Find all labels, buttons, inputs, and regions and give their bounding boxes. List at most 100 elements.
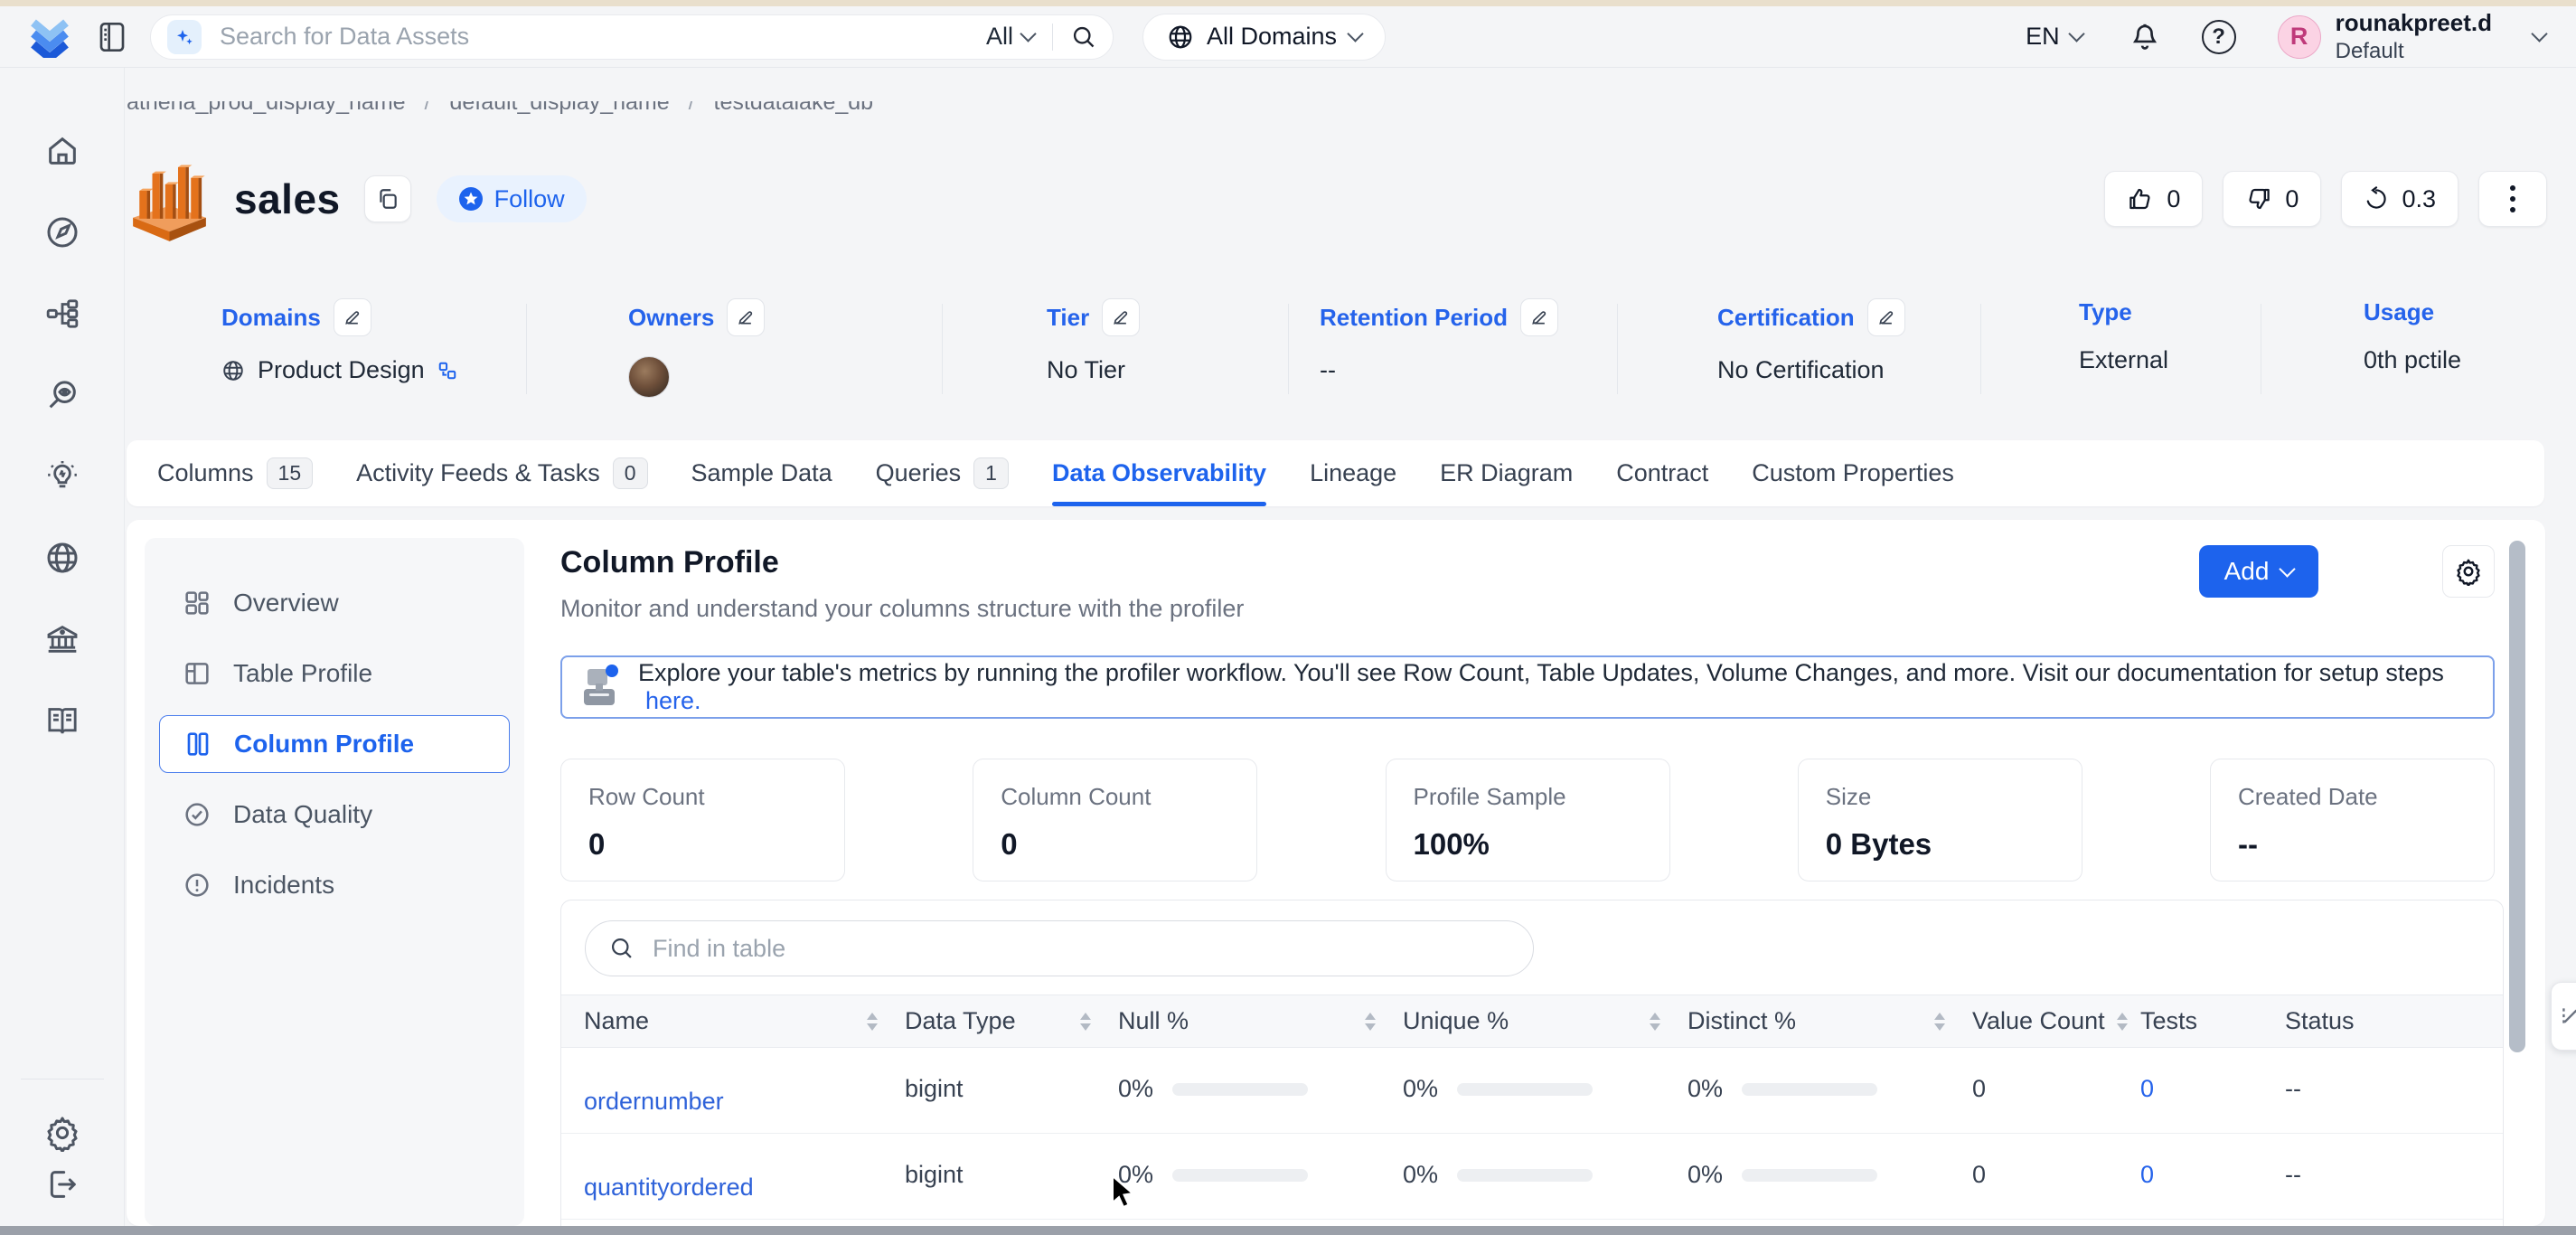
search-scope-dropdown[interactable]: All [986,23,1052,51]
bottom-edge-bar [0,1226,2576,1235]
globe-icon [1167,24,1194,51]
sidebar-toggle-icon[interactable] [98,21,127,53]
header-tests[interactable]: Tests [2140,995,2285,1047]
columns-table-card: Name Data Type Null % Unique % [560,900,2504,1226]
vertical-scrollbar[interactable] [2509,541,2525,1052]
tests-count-link[interactable]: 0 [2140,1161,2154,1188]
downvote-button[interactable]: 0 [2223,171,2321,227]
profiler-settings-button[interactable] [2442,545,2495,598]
domains-globe-icon[interactable] [44,540,80,576]
version-history-button[interactable]: 0.3 [2341,171,2458,227]
tab-queries[interactable]: Queries 1 [876,440,1009,506]
notifications-bell-icon[interactable] [2129,22,2160,52]
edit-certification-button[interactable] [1867,298,1905,336]
tab-columns[interactable]: Columns 15 [157,440,313,506]
banner-here-link[interactable]: here. [645,687,701,714]
app-screen: All All Domains EN [0,0,2576,1235]
settings-gear-icon[interactable] [43,1114,81,1152]
distinct-pct-bar [1742,1083,1877,1096]
sidenav-data-quality[interactable]: Data Quality [159,786,510,844]
tab-contract[interactable]: Contract [1616,440,1708,506]
domains-filter-label: All Domains [1207,23,1337,51]
mouse-cursor [1111,1175,1142,1214]
sort-icon[interactable] [2117,1013,2128,1031]
breadcrumb-database[interactable]: default_display_name [449,101,669,115]
find-in-table-input[interactable] [651,934,1509,964]
copy-name-button[interactable] [364,175,411,222]
side-panel-toggle[interactable] [2551,982,2576,1051]
find-in-table-search[interactable] [585,920,1534,976]
tab-data-observability[interactable]: Data Observability [1052,440,1266,506]
ai-sparkle-icon[interactable] [167,20,202,54]
top-navbar: All All Domains EN [0,6,2576,68]
upvote-button[interactable]: 0 [2104,171,2203,227]
overview-grid-icon [183,589,212,618]
tab-lineage[interactable]: Lineage [1310,440,1396,506]
header-distinct-pct[interactable]: Distinct % [1688,995,1972,1047]
global-search-bar[interactable]: All [150,14,1114,60]
home-icon[interactable] [44,133,80,169]
tab-sample-data[interactable]: Sample Data [691,440,832,506]
edit-retention-button[interactable] [1520,298,1558,336]
glossary-book-icon[interactable] [44,702,80,739]
edit-domains-button[interactable] [334,298,371,336]
sort-icon[interactable] [1080,1013,1091,1031]
owner-avatar[interactable] [628,356,670,398]
lineage-flow-icon[interactable] [44,296,80,332]
insights-bulb-icon[interactable] [44,458,80,495]
follow-button[interactable]: Follow [437,175,587,222]
breadcrumb-service[interactable]: athena_prod_display_name [127,101,406,115]
discovery-search-eye-icon[interactable] [44,377,80,413]
column-name-link[interactable]: quantityordered [584,1174,754,1202]
column-name-link[interactable]: ordernumber [584,1088,724,1116]
tab-activity-feeds[interactable]: Activity Feeds & Tasks 0 [356,440,647,506]
meta-tier: Tier No Tier [1047,298,1140,384]
edit-owners-button[interactable] [727,298,765,336]
language-dropdown[interactable]: EN [2026,23,2082,51]
app-logo-icon[interactable] [29,16,71,58]
sidenav-column-profile[interactable]: Column Profile [159,715,510,773]
user-menu[interactable]: rounakpreet.d Default [2336,10,2492,63]
tab-er-diagram[interactable]: ER Diagram [1440,440,1573,506]
header-status[interactable]: Status [2285,995,2503,1047]
chevron-down-icon[interactable] [2531,25,2547,42]
breadcrumb-schema[interactable]: testdatalake_db [714,101,874,115]
null-pct-bar [1172,1169,1308,1182]
edit-tier-button[interactable] [1102,298,1140,336]
explore-compass-icon[interactable] [44,214,80,250]
stat-profile-sample: Profile Sample 100% [1386,759,1670,881]
govern-bank-icon[interactable] [44,621,80,657]
domains-label: Domains [221,304,321,332]
help-icon[interactable]: ? [2202,20,2236,54]
null-pct-bar [1172,1083,1308,1096]
header-unique-pct[interactable]: Unique % [1403,995,1688,1047]
sidenav-incidents[interactable]: Incidents [159,856,510,914]
sidenav-overview[interactable]: Overview [159,574,510,632]
tab-custom-properties[interactable]: Custom Properties [1752,440,1954,506]
search-input[interactable] [218,22,986,52]
sort-icon[interactable] [1365,1013,1376,1031]
add-button[interactable]: Add [2199,545,2318,598]
domain-link-icon[interactable] [437,361,457,381]
sidenav-table-profile[interactable]: Table Profile [159,645,510,702]
header-data-type[interactable]: Data Type [905,995,1118,1047]
sort-icon[interactable] [1934,1013,1945,1031]
table-row: double 0% 0% 0% 0 0 -- [561,1220,2503,1226]
user-avatar[interactable]: R [2278,15,2321,59]
domains-value[interactable]: Product Design [258,356,425,384]
pencil-icon [1530,308,1548,326]
sort-icon[interactable] [867,1013,878,1031]
logout-icon[interactable] [44,1166,80,1202]
header-value-count[interactable]: Value Count [1972,995,2140,1047]
entity-tabs: Columns 15 Activity Feeds & Tasks 0 Samp… [127,440,2544,506]
domains-filter-button[interactable]: All Domains [1142,14,1386,61]
banner-text: Explore your table's metrics by running … [638,659,2444,686]
sort-icon[interactable] [1650,1013,1660,1031]
search-submit-icon[interactable] [1071,24,1096,50]
entity-metadata-band: Domains Product Design [0,298,2547,400]
tests-count-link[interactable]: 0 [2140,1075,2154,1102]
header-name[interactable]: Name [561,995,905,1047]
header-null-pct[interactable]: Null % [1118,995,1403,1047]
more-actions-button[interactable] [2478,171,2547,227]
pencil-icon [737,308,755,326]
